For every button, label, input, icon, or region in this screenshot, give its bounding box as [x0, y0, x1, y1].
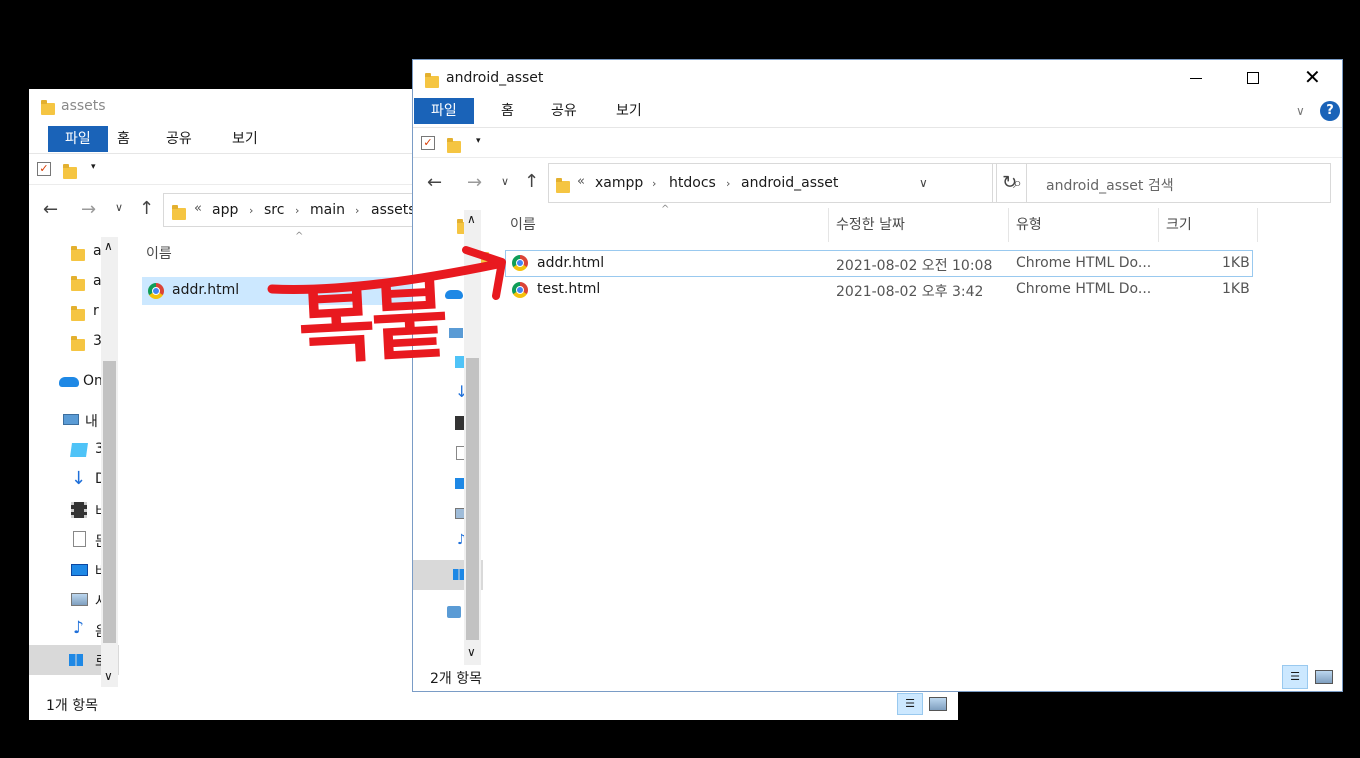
annotation-text: 복붙	[295, 271, 448, 377]
copy-paste-arrow-annotation	[267, 246, 506, 300]
